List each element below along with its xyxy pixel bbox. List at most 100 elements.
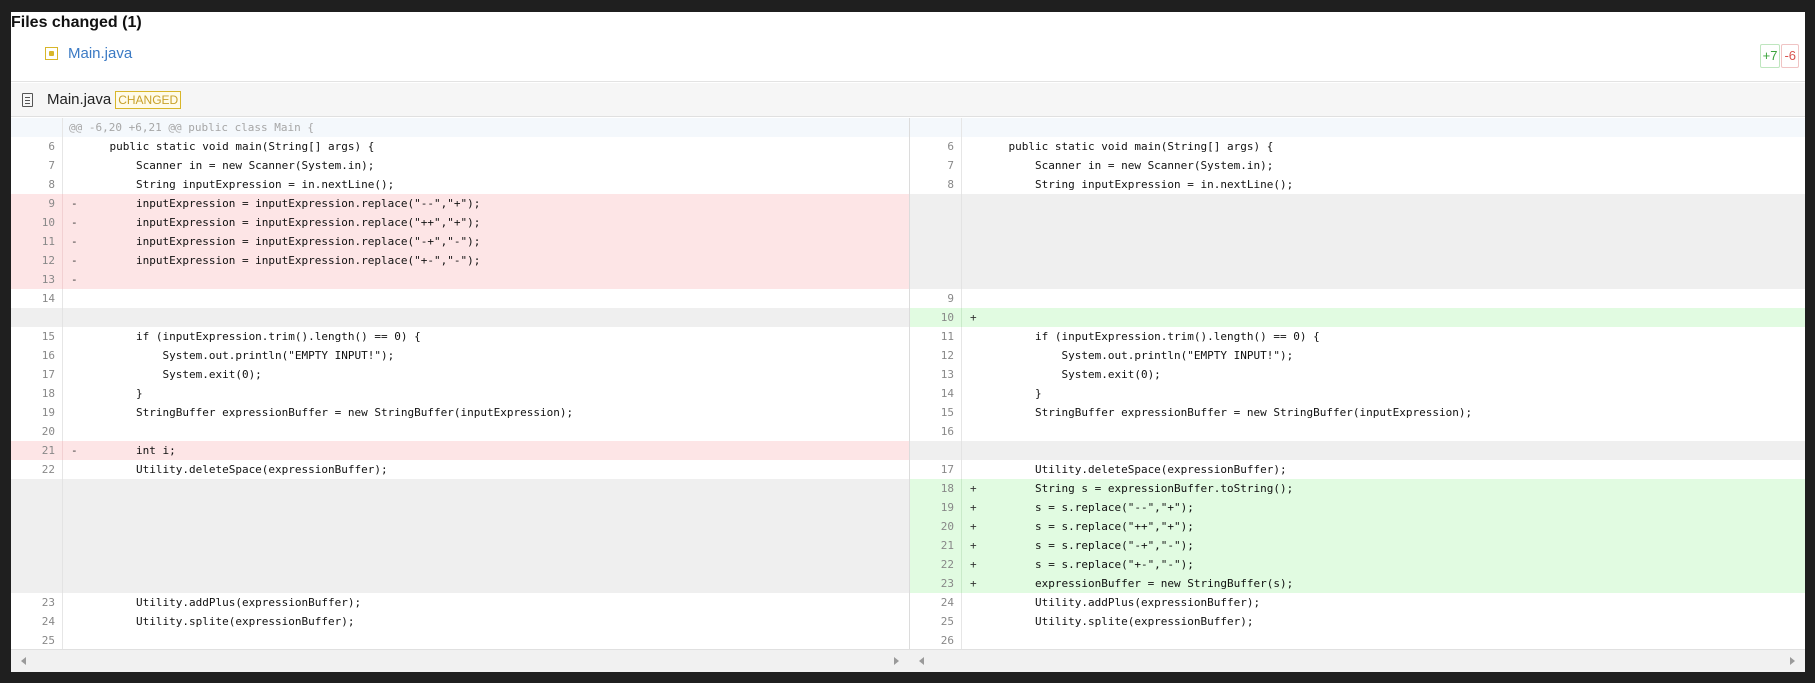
diff-file-name: Main.java xyxy=(47,91,112,108)
line-number: 9 xyxy=(910,289,962,308)
diff-line: 7 Scanner in = new Scanner(System.in); xyxy=(910,156,1805,175)
line-number xyxy=(11,479,63,498)
code-text: Utility.addPlus(expressionBuffer); xyxy=(982,596,1261,609)
diff-line xyxy=(11,555,909,574)
scroll-left-arrow-icon[interactable] xyxy=(919,657,924,665)
line-number: 24 xyxy=(910,593,962,612)
left-pane-scrollbar[interactable] xyxy=(11,650,909,672)
diff-line xyxy=(910,194,1805,213)
line-number: 11 xyxy=(11,232,63,251)
diff-line: 19 StringBuffer expressionBuffer = new S… xyxy=(11,403,909,422)
old-file-pane[interactable]: @@ -6,20 +6,21 @@ public class Main {6 p… xyxy=(11,118,909,649)
diff-line: 6 public static void main(String[] args)… xyxy=(910,137,1805,156)
line-number: 20 xyxy=(11,422,63,441)
code-text: expressionBuffer = new StringBuffer(s); xyxy=(982,577,1294,590)
line-number: 14 xyxy=(910,384,962,403)
line-number: 22 xyxy=(11,460,63,479)
line-number xyxy=(910,118,962,137)
diff-line: 19 + s = s.replace("--","+"); xyxy=(910,498,1805,517)
files-changed-panel: Files changed (1) Main.java +7 -6 xyxy=(11,12,1805,82)
code-text: String inputExpression = in.nextLine(); xyxy=(982,178,1294,191)
new-file-pane[interactable]: 6 public static void main(String[] args)… xyxy=(909,118,1805,649)
diff-marker xyxy=(63,612,77,631)
diff-marker xyxy=(63,346,77,365)
diff-line: 13 System.exit(0); xyxy=(910,365,1805,384)
line-number: 15 xyxy=(910,403,962,422)
diff-line: 18 } xyxy=(11,384,909,403)
line-number: 25 xyxy=(910,612,962,631)
line-number: 13 xyxy=(910,365,962,384)
scroll-right-arrow-icon[interactable] xyxy=(894,657,899,665)
diff-marker: + xyxy=(970,501,977,514)
diff-line: 11 if (inputExpression.trim().length() =… xyxy=(910,327,1805,346)
diff-marker: + xyxy=(970,311,977,324)
diff-marker xyxy=(63,327,77,346)
scroll-left-arrow-icon[interactable] xyxy=(21,657,26,665)
diff-line: 12 System.out.println("EMPTY INPUT!"); xyxy=(910,346,1805,365)
changed-file-entry[interactable]: Main.java xyxy=(45,45,132,62)
diff-marker: + xyxy=(970,482,977,495)
diff-marker xyxy=(63,460,77,479)
diff-line: 17 System.exit(0); xyxy=(11,365,909,384)
line-number: 26 xyxy=(910,631,962,649)
hunk-header-row: @@ -6,20 +6,21 @@ public class Main { xyxy=(11,118,909,137)
code-text: Utility.addPlus(expressionBuffer); xyxy=(83,596,362,609)
diff-line xyxy=(910,213,1805,232)
code-text: public static void main(String[] args) { xyxy=(83,140,375,153)
diff-line: 16 xyxy=(910,422,1805,441)
code-text: inputExpression = inputExpression.replac… xyxy=(83,235,481,248)
diff-marker xyxy=(63,479,77,498)
code-text: } xyxy=(982,387,1042,400)
line-number: 25 xyxy=(11,631,63,649)
code-text: Scanner in = new Scanner(System.in); xyxy=(83,159,375,172)
changed-file-link[interactable]: Main.java xyxy=(68,45,132,62)
scroll-right-arrow-icon[interactable] xyxy=(1790,657,1795,665)
diff-marker xyxy=(962,156,976,175)
diff-line: 26 xyxy=(910,631,1805,649)
line-number: 10 xyxy=(11,213,63,232)
diff-marker xyxy=(962,593,976,612)
code-text: inputExpression = inputExpression.replac… xyxy=(83,254,481,267)
diff-marker xyxy=(962,384,976,403)
diff-marker xyxy=(63,422,77,441)
diff-line: 22 + s = s.replace("+-","-"); xyxy=(910,555,1805,574)
diff-line: 8 String inputExpression = in.nextLine()… xyxy=(910,175,1805,194)
diff-marker xyxy=(962,441,976,460)
code-text: s = s.replace("-+","-"); xyxy=(982,539,1194,552)
line-number xyxy=(11,555,63,574)
status-badge: CHANGED xyxy=(115,90,182,109)
diff-line: 9 xyxy=(910,289,1805,308)
code-text: System.exit(0); xyxy=(83,368,262,381)
diff-marker xyxy=(962,137,976,156)
diff-marker xyxy=(962,422,976,441)
line-number: 16 xyxy=(11,346,63,365)
diff-viewer: Files changed (1) Main.java +7 -6 Main.j… xyxy=(11,12,1805,672)
diff-marker xyxy=(962,289,976,308)
diff-line: 22 Utility.deleteSpace(expressionBuffer)… xyxy=(11,460,909,479)
diff-marker xyxy=(63,137,77,156)
diff-marker xyxy=(63,403,77,422)
diff-line: 23 + expressionBuffer = new StringBuffer(… xyxy=(910,574,1805,593)
code-text: if (inputExpression.trim().length() == 0… xyxy=(83,330,421,343)
diff-line: 23 Utility.addPlus(expressionBuffer); xyxy=(11,593,909,612)
line-number: 12 xyxy=(11,251,63,270)
change-counts: +7 -6 xyxy=(1759,44,1799,68)
right-pane-scrollbar[interactable] xyxy=(909,650,1805,672)
files-changed-title: Files changed (1) xyxy=(11,14,142,31)
diff-line: 8 String inputExpression = in.nextLine()… xyxy=(11,175,909,194)
line-number: 7 xyxy=(11,156,63,175)
diff-marker: - xyxy=(71,254,78,267)
additions-count: +7 xyxy=(1759,44,1781,68)
diff-marker xyxy=(63,536,77,555)
diff-line xyxy=(11,308,909,327)
code-text: StringBuffer expressionBuffer = new Stri… xyxy=(982,406,1473,419)
diff-marker xyxy=(962,612,976,631)
